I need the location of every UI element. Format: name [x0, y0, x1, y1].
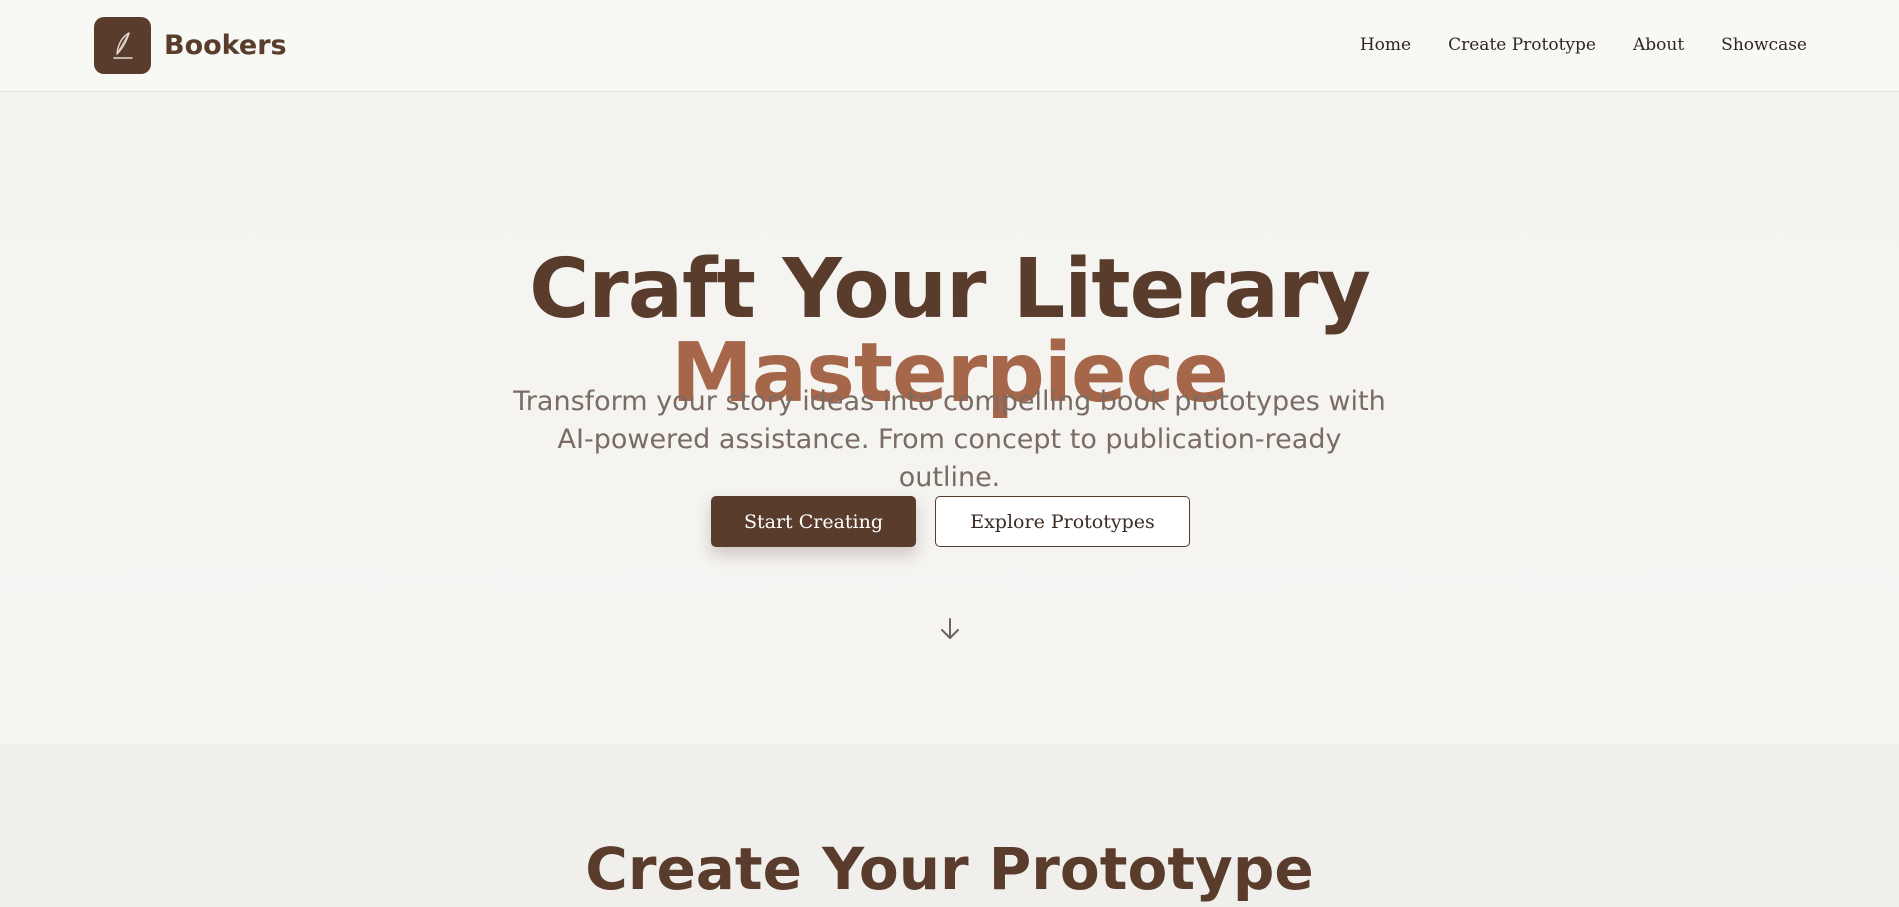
hero-title-line1: Craft Your Literary	[529, 241, 1371, 337]
nav-link-about[interactable]: About	[1633, 30, 1684, 60]
top-navbar: Bookers Home Create Prototype About Show…	[0, 0, 1899, 92]
quill-pen-icon	[112, 31, 133, 59]
brand-name[interactable]: Bookers	[164, 26, 287, 66]
brand-logo[interactable]	[94, 17, 151, 74]
arrow-down-icon[interactable]	[937, 616, 963, 642]
nav-link-create-prototype[interactable]: Create Prototype	[1448, 30, 1596, 60]
nav-links: Home Create Prototype About Showcase	[1360, 30, 1807, 60]
hero-subtitle: Transform your story ideas into compelli…	[513, 386, 1386, 493]
explore-prototypes-button[interactable]: Explore Prototypes	[935, 496, 1190, 547]
start-creating-button[interactable]: Start Creating	[711, 496, 916, 547]
nav-link-home[interactable]: Home	[1360, 30, 1411, 60]
section-title-create-prototype: Create Your Prototype	[585, 835, 1314, 903]
nav-link-showcase[interactable]: Showcase	[1721, 30, 1807, 60]
